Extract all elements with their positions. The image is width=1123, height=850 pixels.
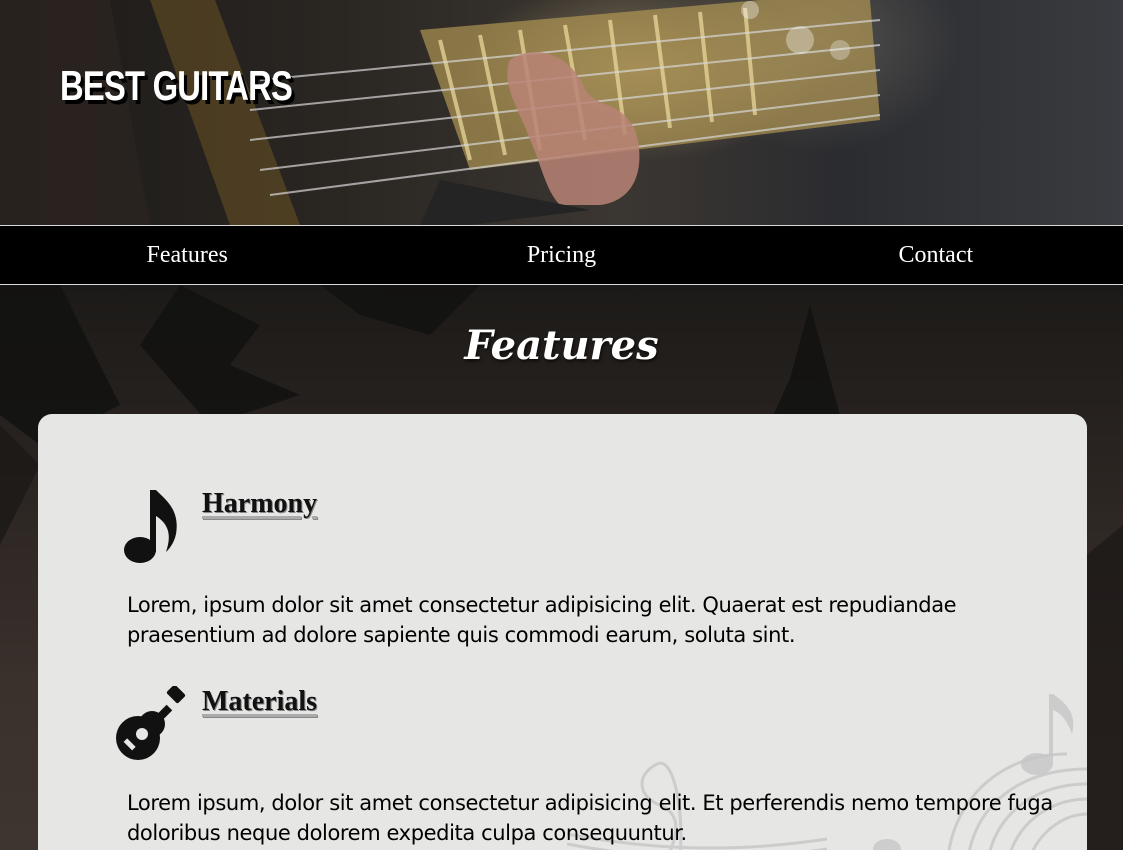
feature-text: Lorem ipsum, dolor sit amet consectetur … (127, 791, 1053, 845)
nav-link-label: Pricing (526, 241, 597, 268)
features-heading: Features (464, 322, 659, 369)
guitar-icon (116, 686, 186, 760)
hero-banner: BEST GUITARS (0, 0, 1123, 225)
nav-link-pricing[interactable]: Pricing (374, 226, 748, 284)
nav-link-label: Features (146, 241, 228, 268)
nav-link-label: Contact (898, 241, 974, 268)
nav-link-features[interactable]: Features (0, 226, 374, 284)
music-note-icon (124, 490, 177, 563)
brand-title: BEST GUITARS (60, 62, 293, 109)
feature-text: Lorem, ipsum dolor sit amet consectetur … (127, 593, 957, 647)
guitar-photo (0, 0, 881, 225)
feature-title: Materials (202, 686, 318, 717)
feature-title: Harmony (202, 488, 318, 519)
nav-link-contact[interactable]: Contact (749, 226, 1123, 284)
features-card: Harmony Lorem, ipsum dolor sit amet cons… (38, 414, 1087, 850)
page: BEST GUITARS Features Pricing Contact Fe… (0, 0, 1123, 850)
main-nav: Features Pricing Contact (0, 225, 1123, 285)
